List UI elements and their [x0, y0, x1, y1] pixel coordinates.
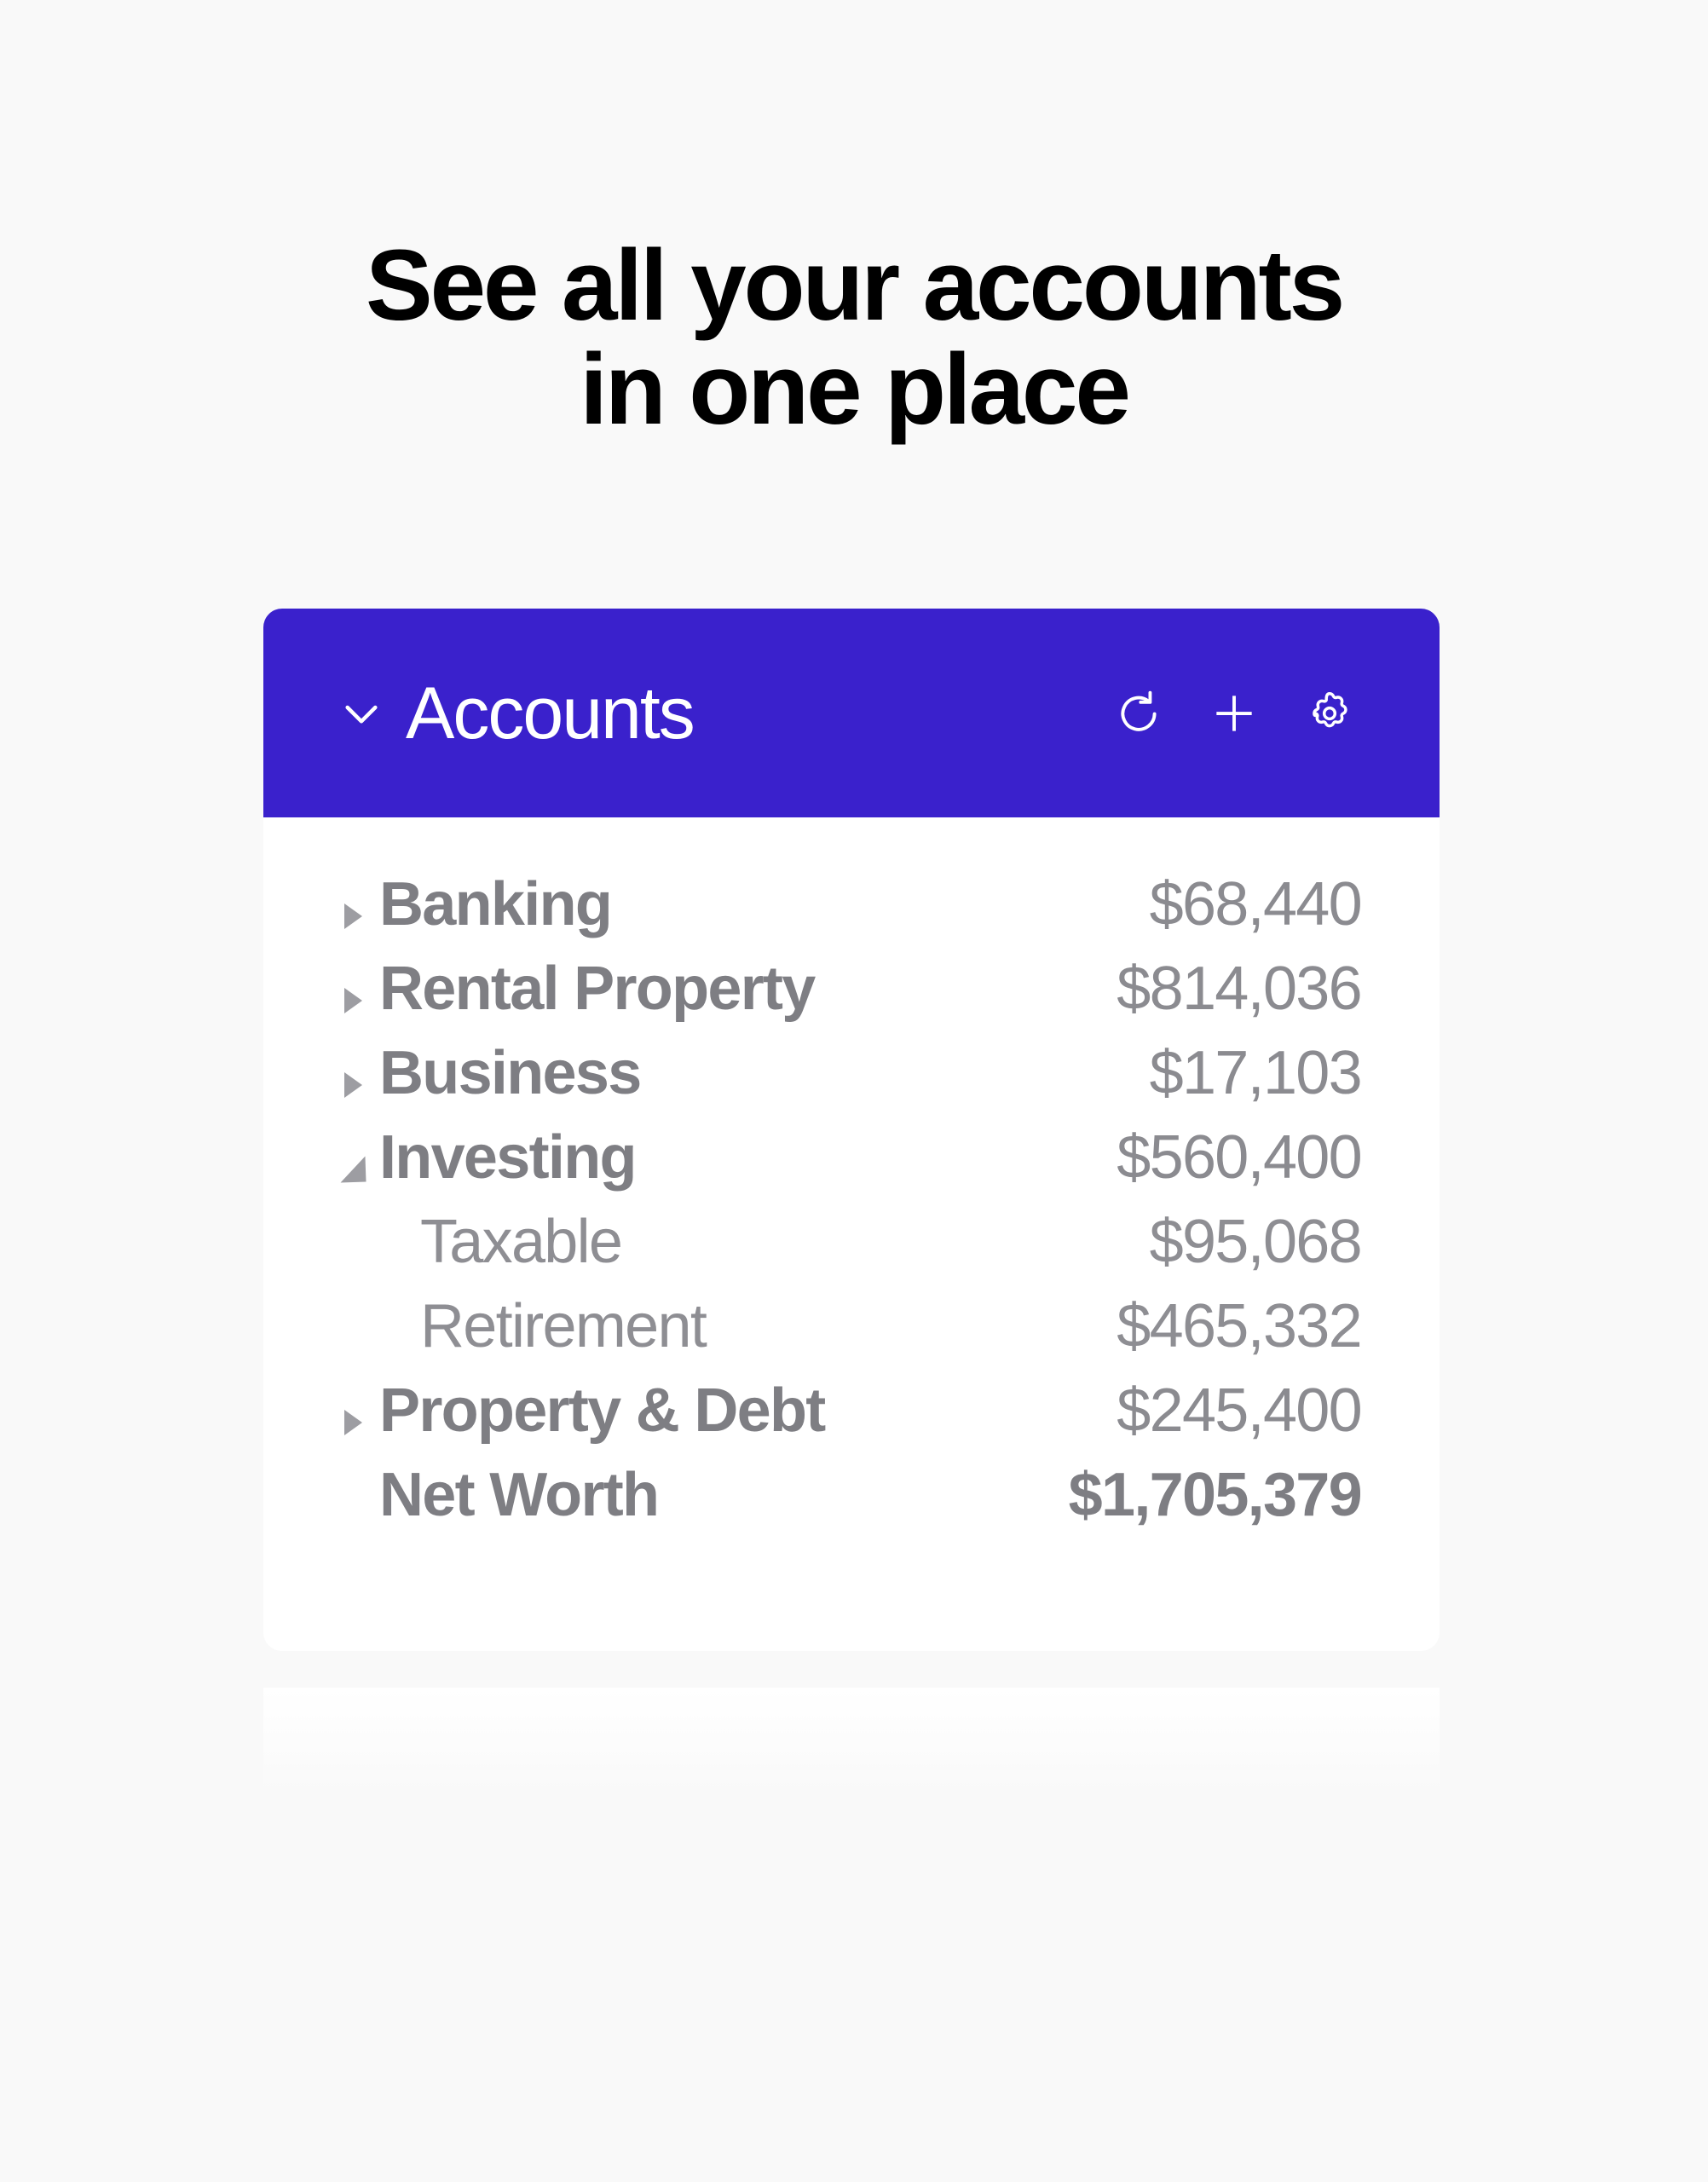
accounts-header-actions [1112, 687, 1356, 740]
account-label: Banking [379, 870, 613, 938]
disclosure-triangle-collapsed-icon[interactable] [338, 902, 367, 931]
page-root: See all your accounts in one place Accou… [0, 0, 1708, 2182]
card-bottom-fade [263, 1688, 1440, 1790]
account-label: Retirement [420, 1292, 707, 1360]
account-label: Taxable [420, 1208, 623, 1276]
net-worth-value: $1,705,379 [1068, 1461, 1363, 1529]
disclosure-triangle-collapsed-icon[interactable] [338, 1071, 367, 1100]
account-value: $95,068 [1149, 1208, 1363, 1276]
account-label: Investing [379, 1123, 637, 1192]
accounts-card-header: Accounts [263, 609, 1440, 817]
account-label: Property & Debt [379, 1377, 826, 1445]
account-row-investing[interactable]: Investing $560,400 [338, 1123, 1363, 1211]
accounts-collapse-toggle[interactable]: Accounts [338, 677, 1112, 750]
account-label: Business [379, 1039, 642, 1107]
account-row-taxable[interactable]: Taxable $95,068 [338, 1208, 1363, 1296]
plus-icon[interactable] [1208, 687, 1261, 740]
accounts-card: Accounts Banking $68,440 Rental Property… [263, 609, 1440, 1651]
accounts-title: Accounts [406, 672, 695, 754]
account-value: $465,332 [1117, 1292, 1362, 1360]
account-value: $814,036 [1117, 955, 1362, 1023]
disclosure-triangle-collapsed-icon[interactable] [338, 1408, 367, 1437]
account-row-property-and-debt[interactable]: Property & Debt $245,400 [338, 1377, 1363, 1464]
disclosure-triangle-expanded-icon[interactable] [338, 1155, 367, 1184]
accounts-list: Banking $68,440 Rental Property $814,036… [263, 817, 1440, 1651]
disclosure-triangle-collapsed-icon[interactable] [338, 986, 367, 1015]
account-value: $17,103 [1149, 1039, 1363, 1107]
net-worth-label: Net Worth [379, 1461, 660, 1529]
account-row-net-worth: Net Worth $1,705,379 [338, 1461, 1363, 1549]
account-row-banking[interactable]: Banking $68,440 [338, 870, 1363, 958]
account-value: $560,400 [1117, 1123, 1362, 1192]
account-value: $68,440 [1149, 870, 1363, 938]
chevron-down-icon[interactable] [338, 690, 385, 737]
account-row-retirement[interactable]: Retirement $465,332 [338, 1292, 1363, 1380]
gear-icon[interactable] [1303, 687, 1356, 740]
account-row-business[interactable]: Business $17,103 [338, 1039, 1363, 1127]
refresh-icon[interactable] [1112, 687, 1165, 740]
page-headline: See all your accounts in one place [365, 229, 1345, 446]
account-row-rental-property[interactable]: Rental Property $814,036 [338, 955, 1363, 1042]
account-value: $245,400 [1117, 1377, 1362, 1445]
account-label: Rental Property [379, 955, 816, 1023]
